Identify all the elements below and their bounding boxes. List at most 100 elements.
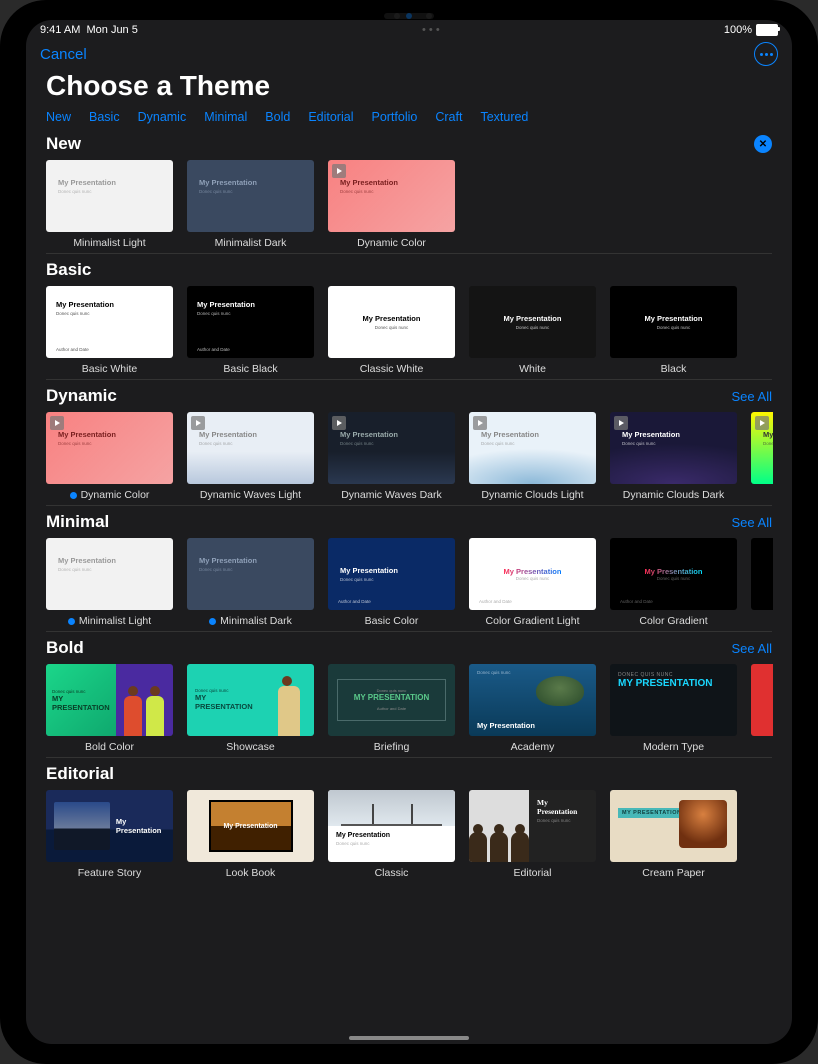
theme-tile[interactable]: Donec quis nuncMY PRESENTATIONAuthor and… [328,664,455,753]
category-craft[interactable]: Craft [435,110,462,124]
theme-thumbnail: DONEC QUIS NUNCMY PRESENTATION [610,664,737,736]
theme-tile[interactable]: My PresentationDonec quis nuncEditorial [469,790,596,879]
theme-thumbnail: My Presentation [187,790,314,862]
theme-thumbnail: Donec quis nuncMY PRESENTATION [46,664,173,736]
theme-tile[interactable]: My PresentationLook Book [187,790,314,879]
theme-thumbnail [751,538,773,610]
theme-label: Bold Color [46,741,173,753]
theme-tile[interactable]: Donec quis nuncMY PRESENTATION Bold Color [46,664,173,753]
category-textured[interactable]: Textured [480,110,528,124]
section-title: Editorial [46,764,114,784]
theme-tile[interactable]: My PresentationDonec quis nuncDynamic Wa… [328,412,455,501]
theme-thumbnail: Donec quis nuncMy Presentation [469,664,596,736]
dismiss-new-button[interactable] [754,135,772,153]
theme-row: Donec quis nuncMY PRESENTATION Bold Color… [46,664,792,753]
theme-label: Minimalist Light [46,615,173,627]
theme-thumbnail: My PresentationDonec quis nunc [46,538,173,610]
category-filter-bar: New Basic Dynamic Minimal Bold Editorial Portf… [26,106,792,134]
theme-thumbnail: My PresentationDonec quis nuncAuthor and… [46,286,173,358]
theme-tile[interactable]: My PresentationDonec quis nuncBlack [610,286,737,375]
category-basic[interactable]: Basic [89,110,120,124]
new-indicator-dot [209,618,216,625]
section-title: Dynamic [46,386,117,406]
theme-tile[interactable]: My PresentationDonec quis nuncAuthor and… [187,286,314,375]
theme-tile[interactable]: My PresentationDonec quis nuncAuthor and… [610,538,737,627]
section-title: Minimal [46,512,109,532]
theme-tile[interactable]: MY PRESENTATIONCream Paper [610,790,737,879]
theme-tile[interactable] [751,664,773,753]
theme-row: My PresentationDonec quis nunc Dynamic Co… [46,412,792,501]
theme-tile[interactable]: My PresentationDonec quis nuncAuthor and… [46,286,173,375]
status-date: Mon Jun 5 [86,24,137,36]
theme-tile[interactable]: My PresentationDonec quis nuncMinimalist… [187,160,314,249]
theme-label: Briefing [328,741,455,753]
cancel-button[interactable]: Cancel [40,46,87,63]
play-icon [332,164,346,178]
theme-tile[interactable]: My PresentationDonec quis nuncDynamic Cl… [469,412,596,501]
theme-thumbnail: My Presentation [46,790,173,862]
theme-label: Dynamic Color [46,489,173,501]
theme-label: Classic [328,867,455,879]
theme-tile[interactable]: My PresentationDonec quis nunc [751,412,773,501]
more-options-button[interactable] [754,42,778,66]
theme-thumbnail: My PresentationDonec quis nuncAuthor and… [469,538,596,610]
theme-tile[interactable]: My PresentationFeature Story [46,790,173,879]
theme-tile[interactable]: My PresentationDonec quis nunc Minimalist… [46,538,173,627]
theme-label: Editorial [469,867,596,879]
status-left: 9:41 AM Mon Jun 5 [40,24,138,36]
theme-tile[interactable]: DONEC QUIS NUNCMY PRESENTATIONModern Typ… [610,664,737,753]
theme-thumbnail: My PresentationDonec quis nuncAuthor and… [610,538,737,610]
new-indicator-dot [68,618,75,625]
theme-label: Basic White [46,363,173,375]
theme-thumbnail: My PresentationDonec quis nunc [328,790,455,862]
category-minimal[interactable]: Minimal [204,110,247,124]
battery-percent: 100% [724,24,752,36]
category-portfolio[interactable]: Portfolio [371,110,417,124]
theme-tile[interactable]: My PresentationDonec quis nuncClassic Wh… [328,286,455,375]
theme-tile[interactable]: My PresentationDonec quis nuncDynamic Co… [46,412,173,501]
theme-tile[interactable]: My PresentationDonec quis nuncDynamic Wa… [187,412,314,501]
theme-tile[interactable]: My PresentationDonec quis nuncWhite [469,286,596,375]
camera-notch [384,13,434,19]
theme-label: Classic White [328,363,455,375]
theme-tile[interactable]: My PresentationDonec quis nuncAuthor and… [328,538,455,627]
theme-thumbnail: MY PRESENTATION [610,790,737,862]
theme-thumbnail: My PresentationDonec quis nunc [469,412,596,484]
theme-tile[interactable]: My PresentationDonec quis nuncMinimalist… [187,538,314,627]
category-bold[interactable]: Bold [265,110,290,124]
theme-label: White [469,363,596,375]
play-icon [191,416,205,430]
theme-thumbnail: My PresentationDonec quis nunc [187,160,314,232]
status-time: 9:41 AM [40,24,80,36]
theme-row: My PresentationDonec quis nuncAuthor and… [46,286,772,375]
category-editorial[interactable]: Editorial [308,110,353,124]
theme-tile[interactable]: Donec quis nuncMy Presentation Academy [469,664,596,753]
theme-thumbnail: My PresentationDonec quis nuncAuthor and… [328,538,455,610]
see-all-button[interactable]: See All [732,641,772,656]
theme-tile[interactable]: Donec quis nuncMY PRESENTATIONShowcase [187,664,314,753]
theme-label: Academy [469,741,596,753]
theme-label: Basic Color [328,615,455,627]
section-new: New My PresentationDonec quis nuncMinimal… [46,134,772,249]
category-new[interactable]: New [46,110,71,124]
section-title: New [46,134,81,154]
theme-thumbnail: My PresentationDonec quis nunc [187,412,314,484]
theme-label: Dynamic Waves Dark [328,489,455,501]
theme-tile[interactable]: My PresentationDonec quis nuncDynamic Cl… [610,412,737,501]
see-all-button[interactable]: See All [732,515,772,530]
theme-tile[interactable]: My PresentationDonec quis nuncDynamic Co… [328,160,455,249]
category-dynamic[interactable]: Dynamic [138,110,187,124]
theme-tile[interactable] [751,538,773,627]
theme-tile[interactable]: My PresentationDonec quis nuncMinimalist… [46,160,173,249]
theme-thumbnail: Donec quis nuncMY PRESENTATION [187,664,314,736]
theme-label: Color Gradient Light [469,615,596,627]
theme-content: New My PresentationDonec quis nunc Minimal… [26,134,792,1044]
new-indicator-dot [70,492,77,499]
status-bar: 9:41 AM Mon Jun 5 • • • 100% [26,20,792,38]
theme-row: My PresentationFeature StoryMy Presentat… [46,790,772,879]
ipad-device-frame: 9:41 AM Mon Jun 5 • • • 100% Cancel Choo… [0,0,818,1064]
see-all-button[interactable]: See All [732,389,772,404]
theme-tile[interactable]: My PresentationDonec quis nuncAuthor and… [469,538,596,627]
play-icon [614,416,628,430]
theme-tile[interactable]: My PresentationDonec quis nunc Classic [328,790,455,879]
